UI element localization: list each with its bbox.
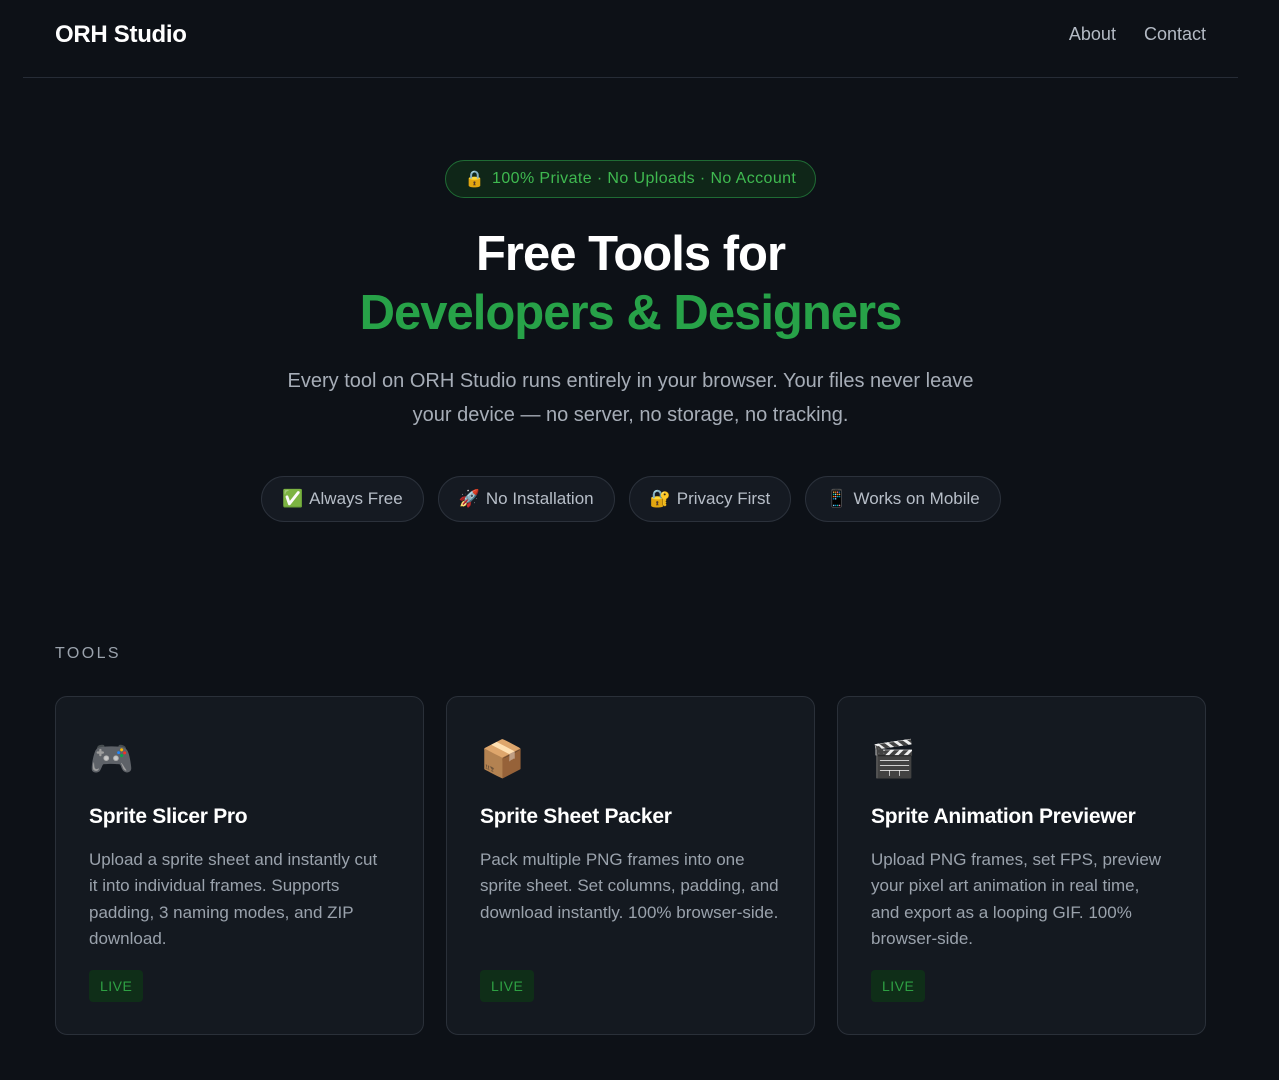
tool-card-sprite-sheet-packer[interactable]: 📦 Sprite Sheet Packer Pack multiple PNG …	[446, 696, 815, 1035]
feature-pills: ✅ Always Free 🚀 No Installation 🔐 Privac…	[261, 476, 1001, 522]
hero-description: Every tool on ORH Studio runs entirely i…	[287, 370, 974, 426]
status-badge: LIVE	[871, 970, 926, 1002]
feature-pill-label: Privacy First	[676, 489, 771, 508]
feature-pill-no-installation: 🚀 No Installation	[437, 476, 615, 522]
main-nav: About Contact	[1069, 24, 1206, 45]
tool-card-title[interactable]: Sprite Sheet Packer	[480, 805, 781, 829]
tool-card-description: Upload PNG frames, set FPS, preview your…	[871, 850, 1162, 949]
hero-title-highlight: Developers & Designers	[359, 286, 903, 340]
tool-card-sprite-animation-previewer[interactable]: 🎬 Sprite Animation Previewer Upload PNG …	[837, 696, 1206, 1035]
feature-pill-label: Always Free	[309, 489, 403, 508]
clapper-board-icon: 🎬	[871, 738, 916, 779]
page: ORH Studio About Contact 🔒 100% Private …	[0, 0, 1279, 1080]
feature-pill-works-on-mobile: 📱 Works on Mobile	[805, 476, 1001, 522]
site-header: ORH Studio About Contact	[23, 0, 1238, 78]
nav-about-link[interactable]: About	[1069, 24, 1116, 45]
lock-key-icon: 🔐	[649, 489, 671, 508]
tool-card-sprite-slicer-pro[interactable]: 🎮 Sprite Slicer Pro Upload a sprite shee…	[55, 696, 424, 1035]
nav-contact-link[interactable]: Contact	[1144, 24, 1206, 45]
feature-pill-label: Works on Mobile	[853, 489, 980, 508]
mobile-phone-icon: 📱	[826, 489, 848, 508]
game-controller-icon: 🎮	[89, 738, 134, 779]
status-badge: LIVE	[89, 970, 144, 1002]
feature-pill-label: No Installation	[485, 489, 594, 508]
lock-icon: 🔒	[464, 171, 486, 188]
tool-card-title[interactable]: Sprite Animation Previewer	[871, 805, 1172, 829]
tools-section-label: TOOLS	[55, 645, 121, 662]
status-badge: LIVE	[480, 970, 535, 1002]
tool-card-description: Upload a sprite sheet and instantly cut …	[89, 850, 378, 949]
tools-grid: 🎮 Sprite Slicer Pro Upload a sprite shee…	[55, 696, 1206, 1035]
hero-title: Free Tools for	[475, 227, 786, 281]
feature-pill-always-free: ✅ Always Free	[261, 476, 424, 522]
feature-pill-privacy-first: 🔐 Privacy First	[628, 476, 792, 522]
privacy-badge-text: 100% Private · No Uploads · No Account	[492, 170, 797, 187]
privacy-badge: 🔒 100% Private · No Uploads · No Account	[445, 160, 816, 198]
package-box-icon: 📦	[480, 738, 525, 779]
tool-card-description: Pack multiple PNG frames into one sprite…	[480, 850, 779, 922]
check-mark-icon: ✅	[282, 489, 304, 508]
tool-card-title[interactable]: Sprite Slicer Pro	[89, 805, 390, 829]
site-logo[interactable]: ORH Studio	[55, 21, 187, 49]
rocket-icon: 🚀	[458, 489, 480, 508]
